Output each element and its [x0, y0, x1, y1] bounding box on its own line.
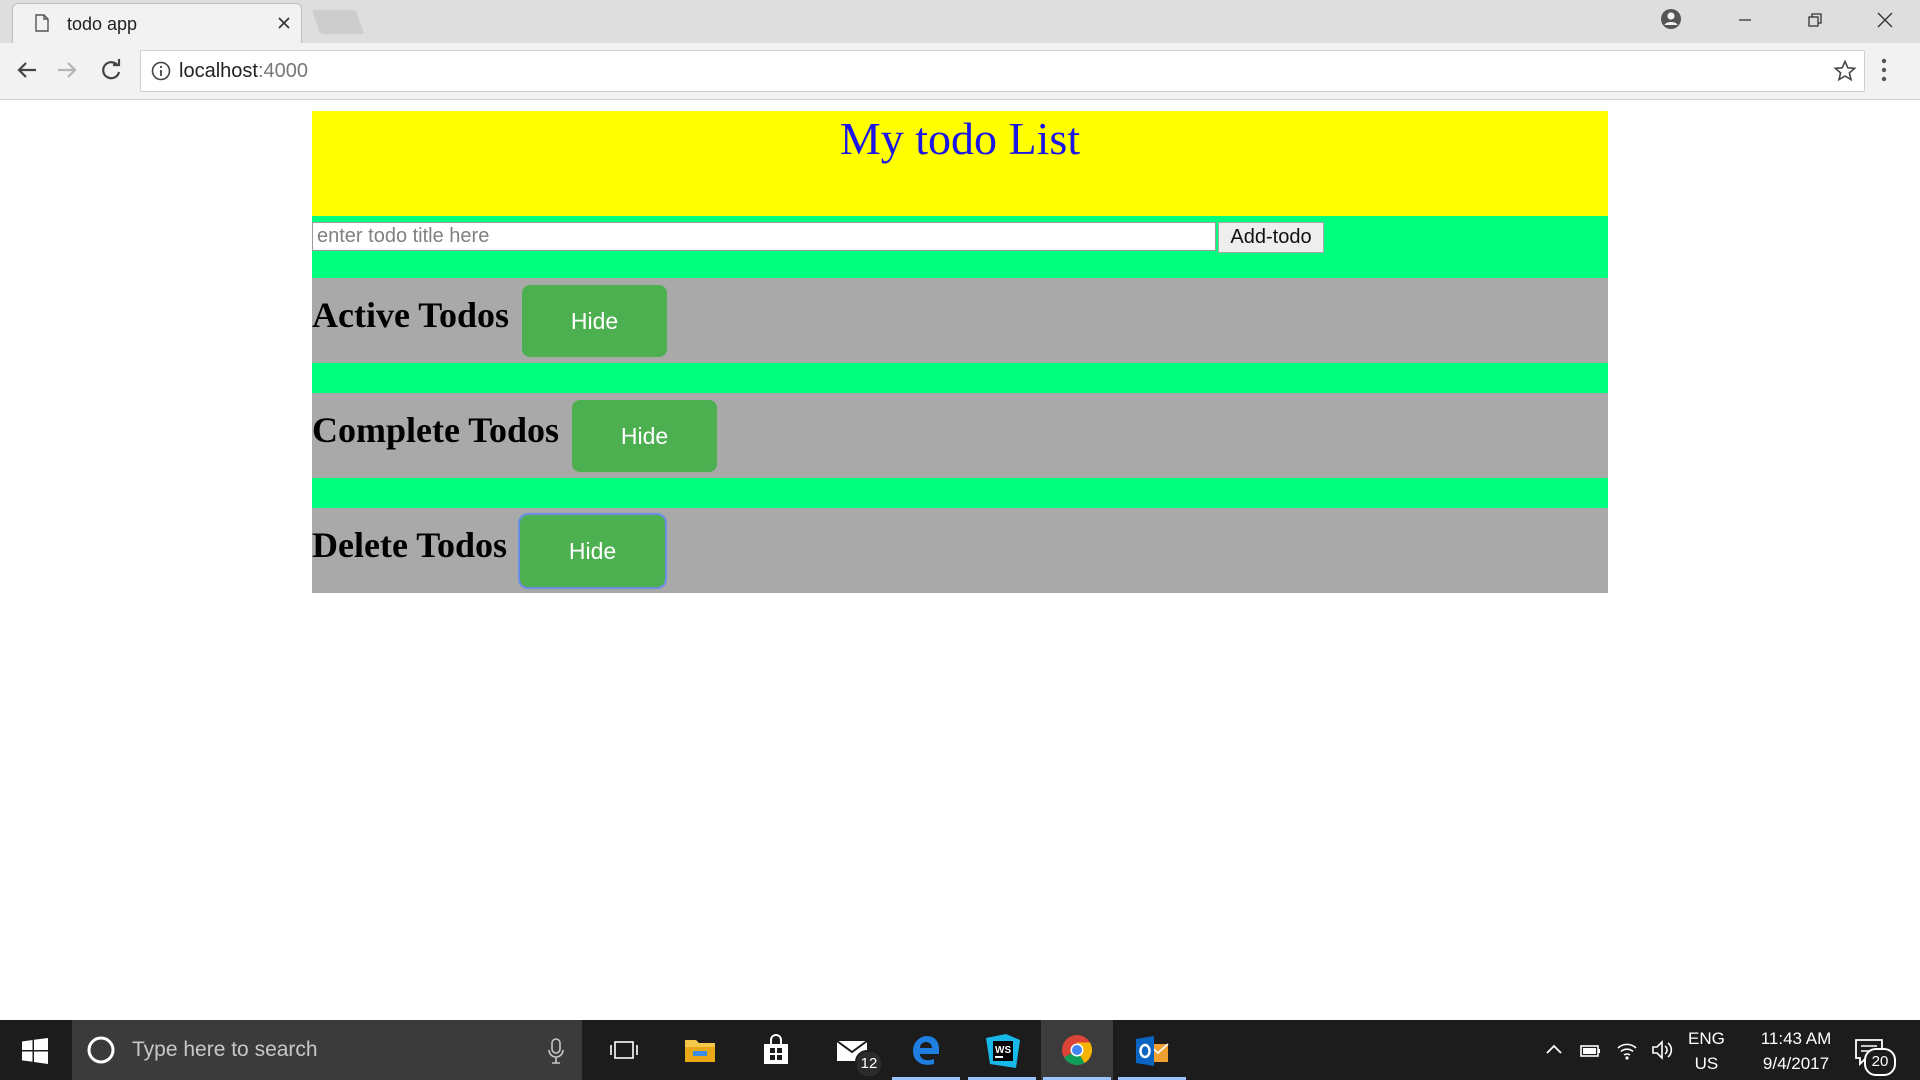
store-button[interactable]	[740, 1020, 812, 1080]
cortana-icon	[87, 1036, 115, 1064]
minimize-icon	[1739, 19, 1751, 21]
tab-strip: todo app	[0, 0, 1920, 44]
volume-icon[interactable]	[1650, 1038, 1674, 1062]
restore-button[interactable]	[1780, 0, 1850, 40]
section-title-delete: Delete Todos	[312, 525, 508, 565]
taskbar-search-box[interactable]: Type here to search	[72, 1020, 582, 1080]
add-todo-button[interactable]: Add-todo	[1218, 222, 1324, 253]
reload-icon[interactable]	[96, 55, 126, 85]
edge-browser-icon	[913, 1036, 939, 1065]
restore-icon	[1808, 13, 1822, 27]
clock-date: 9/4/2017	[1762, 1054, 1830, 1073]
info-icon[interactable]	[151, 61, 171, 81]
bookmark-star-icon[interactable]	[1833, 59, 1857, 83]
profile-icon[interactable]	[1660, 8, 1682, 30]
close-window-button[interactable]	[1850, 0, 1920, 40]
url-host: localhost	[179, 60, 258, 82]
forward-arrow-icon[interactable]	[52, 55, 82, 85]
task-view-button[interactable]	[588, 1020, 660, 1080]
hide-active-todos-button[interactable]: Hide	[522, 285, 667, 357]
notification-count-badge: 20	[1864, 1048, 1896, 1076]
store-bag-icon	[764, 1034, 788, 1064]
add-todo-row: Add-todo	[312, 216, 1608, 278]
section-separator	[312, 478, 1608, 508]
language-code: ENG	[1688, 1029, 1725, 1048]
tab-todo-app[interactable]: todo app	[12, 3, 302, 44]
browser-window-chrome: todo app localhost:4000	[0, 0, 1920, 100]
windows-taskbar: Type here to search 12 WS ENG US 11:43 A…	[0, 1020, 1920, 1080]
complete-todos-section: Complete Todos Hide	[312, 393, 1608, 478]
chrome-icon	[1062, 1035, 1093, 1066]
webstorm-icon: WS	[986, 1034, 1020, 1068]
active-todos-section: Active Todos Hide	[312, 278, 1608, 363]
new-tab-button[interactable]	[311, 10, 365, 34]
battery-icon[interactable]	[1578, 1038, 1602, 1062]
url-port: :4000	[257, 60, 308, 82]
close-tab-icon[interactable]	[276, 15, 292, 31]
browser-toolbar: localhost:4000	[0, 43, 1920, 99]
header-banner: My todo List	[312, 111, 1608, 216]
region-code: US	[1694, 1054, 1719, 1073]
file-explorer-button[interactable]	[663, 1020, 735, 1080]
mail-unread-badge: 12	[855, 1050, 883, 1078]
url-text: localhost:4000	[179, 60, 308, 83]
search-placeholder: Type here to search	[132, 1038, 318, 1061]
section-title-active: Active Todos	[312, 295, 510, 335]
hide-complete-todos-button[interactable]: Hide	[572, 400, 717, 472]
clock-time: 11:43 AM	[1760, 1029, 1832, 1048]
close-icon	[1877, 12, 1893, 28]
outlook-icon	[1136, 1036, 1169, 1066]
task-view-icon	[610, 1041, 638, 1059]
delete-todos-section: Delete Todos Hide	[312, 508, 1608, 593]
folder-icon	[685, 1040, 715, 1062]
chrome-button[interactable]	[1041, 1020, 1113, 1080]
hide-delete-todos-button[interactable]: Hide	[518, 513, 667, 589]
more-menu-icon[interactable]	[1880, 57, 1888, 83]
tab-title: todo app	[67, 14, 138, 34]
section-title-complete: Complete Todos	[312, 410, 560, 450]
todo-title-input[interactable]	[312, 222, 1216, 251]
edge-button[interactable]	[890, 1020, 962, 1080]
wifi-icon[interactable]	[1615, 1038, 1639, 1062]
webstorm-button[interactable]: WS	[966, 1020, 1038, 1080]
section-separator	[312, 363, 1608, 393]
todo-app: My todo List Add-todo Active Todos Hide …	[312, 111, 1608, 593]
microphone-icon[interactable]	[548, 1038, 564, 1064]
outlook-button[interactable]	[1116, 1020, 1188, 1080]
system-clock[interactable]: 11:43 AM 9/4/2017	[1748, 1026, 1844, 1076]
back-arrow-icon[interactable]	[12, 55, 42, 85]
svg-text:WS: WS	[995, 1045, 1011, 1056]
page-title: My todo List	[839, 113, 1081, 164]
show-hidden-icons-chevron-icon[interactable]	[1542, 1038, 1566, 1062]
start-button[interactable]	[0, 1020, 70, 1080]
mail-button[interactable]: 12	[815, 1020, 887, 1080]
address-bar[interactable]: localhost:4000	[140, 50, 1865, 92]
minimize-button[interactable]	[1710, 0, 1780, 40]
input-language-indicator[interactable]: ENG US	[1688, 1026, 1725, 1076]
windows-logo-icon	[22, 1038, 48, 1064]
page-icon	[35, 14, 49, 32]
